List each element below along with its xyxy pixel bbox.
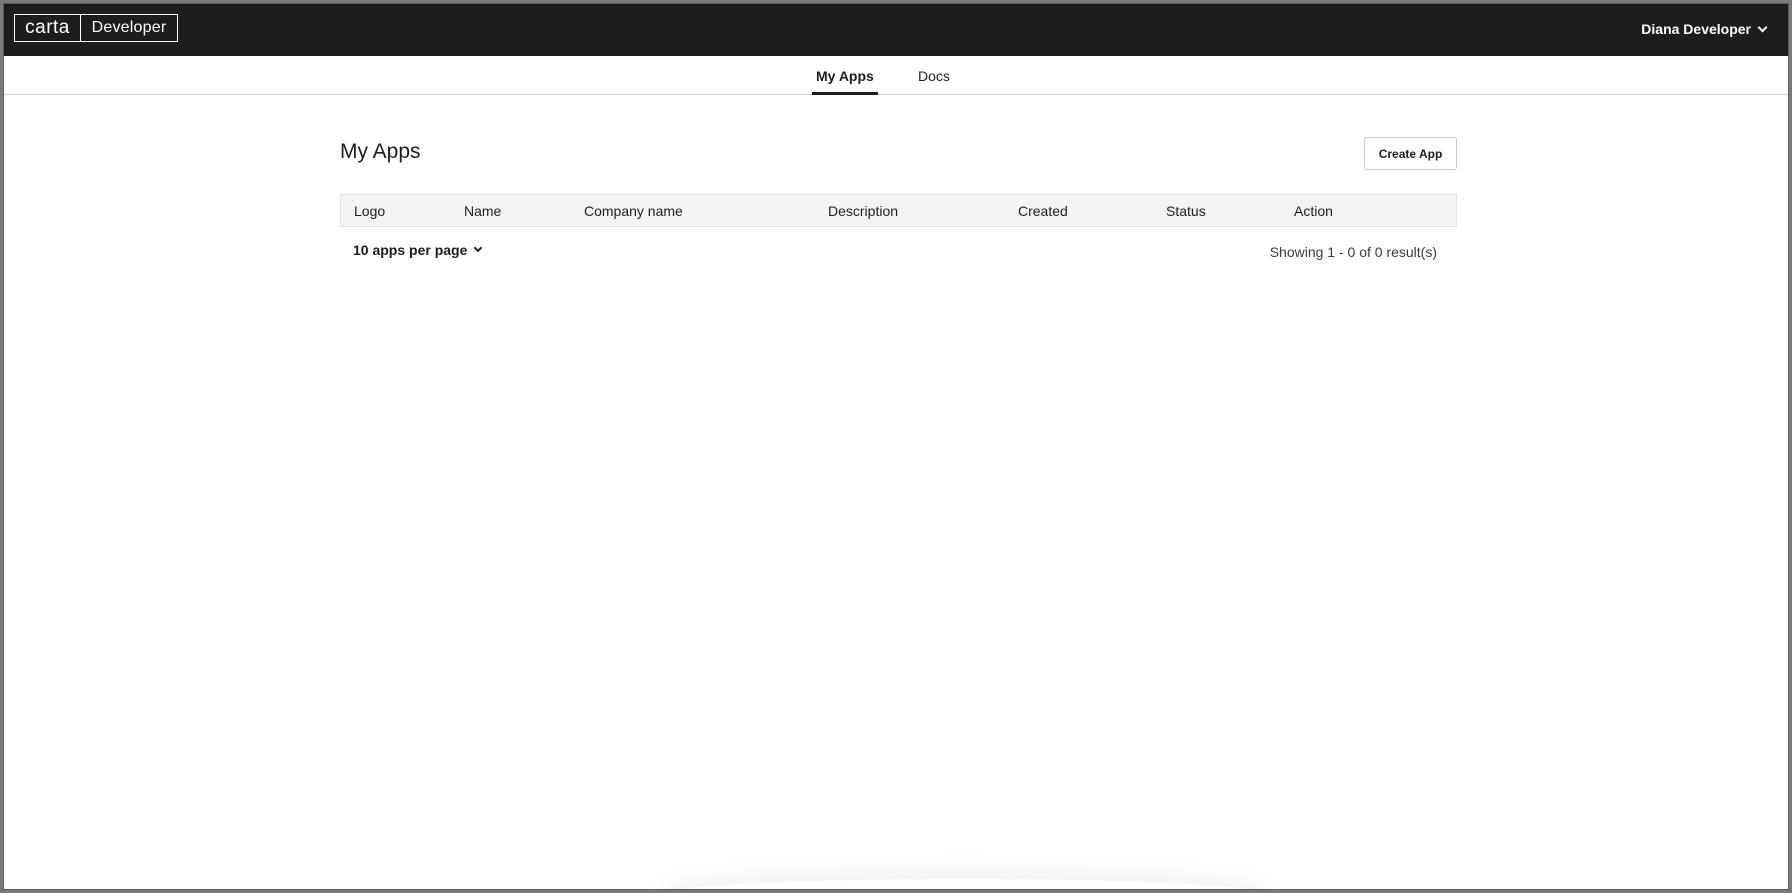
per-page-dropdown[interactable]: 10 apps per page — [353, 242, 483, 258]
top-bar: carta Developer Diana Developer — [4, 4, 1788, 56]
user-menu-button[interactable]: Diana Developer — [1641, 21, 1768, 37]
main-nav: My Apps Docs — [4, 56, 1788, 95]
column-header-created[interactable]: Created — [1018, 195, 1068, 226]
results-count: Showing 1 - 0 of 0 result(s) — [1269, 244, 1437, 260]
tab-docs[interactable]: Docs — [914, 56, 954, 95]
user-name: Diana Developer — [1641, 21, 1751, 37]
tab-my-apps[interactable]: My Apps — [812, 56, 878, 95]
column-header-name[interactable]: Name — [464, 195, 501, 226]
column-header-logo[interactable]: Logo — [354, 195, 385, 226]
apps-table-header: Logo Name Company name Description Creat… — [340, 194, 1457, 227]
logo-developer-word: Developer — [91, 19, 167, 36]
bottom-shadow — [664, 879, 1264, 889]
create-app-button[interactable]: Create App — [1364, 137, 1457, 170]
column-header-description[interactable]: Description — [828, 195, 898, 226]
logo-carta-word: carta — [15, 15, 81, 41]
chevron-down-icon — [474, 243, 483, 253]
column-header-status[interactable]: Status — [1166, 195, 1206, 226]
carta-developer-logo[interactable]: carta Developer — [14, 14, 178, 42]
per-page-label: 10 apps per page — [353, 242, 468, 258]
column-header-company-name[interactable]: Company name — [584, 195, 683, 226]
browser-viewport: carta Developer Diana Developer My Apps … — [3, 3, 1789, 890]
chevron-down-icon — [1757, 22, 1768, 32]
column-header-action: Action — [1294, 202, 1333, 219]
page-title: My Apps — [340, 140, 421, 163]
